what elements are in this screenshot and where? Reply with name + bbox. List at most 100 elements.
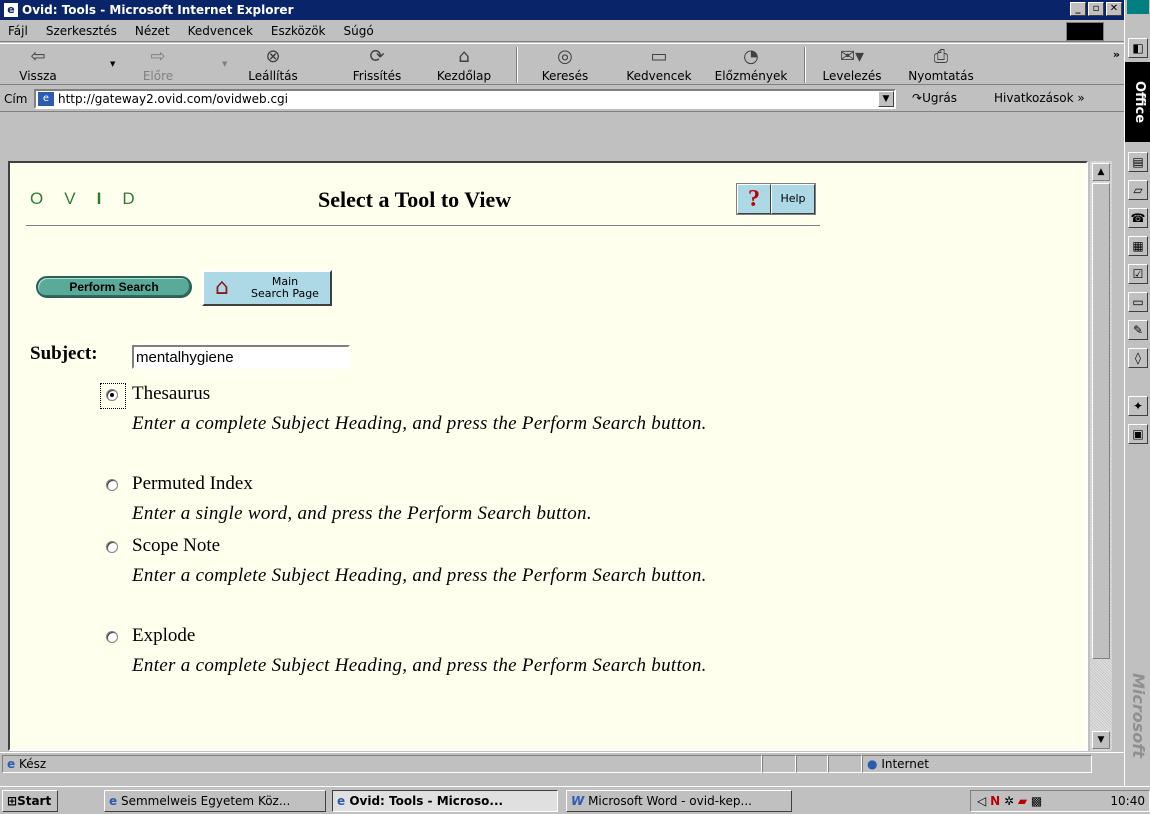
forward-button[interactable]: ⇨ Előre xyxy=(128,47,188,85)
word-icon: W xyxy=(571,794,585,808)
new-document-icon[interactable]: ▤ xyxy=(1128,152,1148,172)
scroll-up-icon[interactable]: ▲ xyxy=(1092,163,1110,181)
page-title: Select a Tool to View xyxy=(318,187,512,212)
menu-file[interactable]: Fájl xyxy=(8,24,28,38)
menu-favorites[interactable]: Kedvencek xyxy=(188,24,253,38)
permuted-index-radio[interactable] xyxy=(106,479,118,491)
printer-icon: ⎙ xyxy=(933,46,949,67)
taskbar-item-ovid[interactable]: e Ovid: Tools - Microso... xyxy=(332,790,558,812)
print-button[interactable]: ⎙ Nyomtatás xyxy=(898,47,984,85)
scroll-thumb[interactable] xyxy=(1092,183,1110,659)
back-button[interactable]: ⇦ Vissza xyxy=(8,47,68,85)
history-icon: ◔ xyxy=(743,46,759,67)
address-dropdown-icon[interactable]: ▼ xyxy=(878,91,894,107)
thesaurus-radio[interactable] xyxy=(106,389,118,401)
divider xyxy=(26,225,820,227)
close-button[interactable]: ✕ xyxy=(1106,2,1122,16)
address-label: Cím xyxy=(4,91,28,106)
camera-icon[interactable]: ▩ xyxy=(1031,794,1042,808)
start-button[interactable]: ⊞Start xyxy=(2,790,58,812)
window-title: Ovid: Tools - Microsoft Internet Explore… xyxy=(22,3,294,17)
windows-logo-icon: ⊞ xyxy=(1066,22,1104,41)
menu-bar: Fájl Szerkesztés Nézet Kedvencek Eszközö… xyxy=(0,20,1124,42)
menu-help[interactable]: Súgó xyxy=(344,24,374,38)
windows-logo-icon: ⊞ xyxy=(7,794,18,808)
network-icon[interactable]: ✲ xyxy=(1004,794,1014,808)
ovid-logo: OVID xyxy=(30,189,136,208)
title-bar: e Ovid: Tools - Microsoft Internet Explo… xyxy=(0,0,1124,20)
back-arrow-icon: ⇦ xyxy=(30,46,46,67)
journal-icon[interactable]: ✎ xyxy=(1128,320,1148,340)
address-url: http://gateway2.ovid.com/ovidweb.cgi xyxy=(58,92,288,106)
search-icon: ◎ xyxy=(557,46,573,67)
office-title: Office xyxy=(1125,62,1150,142)
minimize-button[interactable]: _ xyxy=(1070,2,1086,16)
netscape-icon[interactable]: N xyxy=(990,794,1000,808)
vertical-scrollbar[interactable]: ▲ ▼ xyxy=(1090,161,1112,751)
ie-window: e Ovid: Tools - Microsoft Internet Explo… xyxy=(0,0,1124,786)
ie-icon: e xyxy=(4,3,18,17)
page-done-icon: e xyxy=(7,756,16,771)
address-bar: Cím e http://gateway2.ovid.com/ovidweb.c… xyxy=(0,86,1124,112)
scroll-down-icon[interactable]: ▼ xyxy=(1092,731,1110,749)
home-icon: ⌂ xyxy=(458,46,470,67)
menu-edit[interactable]: Szerkesztés xyxy=(46,24,117,38)
favorites-button[interactable]: ▭ Kedvencek xyxy=(616,47,702,85)
calendar-icon[interactable]: ▦ xyxy=(1128,236,1148,256)
office-folder-icon[interactable]: ▣ xyxy=(1128,424,1148,444)
speaker-icon[interactable]: ◁ xyxy=(977,794,986,808)
explode-radio[interactable] xyxy=(106,631,118,643)
forward-dropdown-icon[interactable]: ▼ xyxy=(222,60,227,68)
help-button[interactable]: ? Help xyxy=(736,183,816,215)
office-logo-icon[interactable]: ◧ xyxy=(1128,38,1148,58)
scope-note-radio[interactable] xyxy=(106,541,118,553)
contact-card-icon[interactable]: ▭ xyxy=(1128,292,1148,312)
toolbar-more-chevron[interactable]: » xyxy=(1113,48,1120,61)
taskbar-item-semmelweis[interactable]: e Semmelweis Egyetem Köz... xyxy=(104,790,326,812)
mail-button[interactable]: ✉▾ Levelezés xyxy=(814,47,890,85)
forward-arrow-icon: ⇨ xyxy=(150,46,166,67)
taskbar-item-word[interactable]: W Microsoft Word - ovid-kep... xyxy=(566,790,792,812)
back-dropdown-icon[interactable]: ▼ xyxy=(110,60,115,68)
taskbar: ⊞Start e Semmelweis Egyetem Köz... e Ovi… xyxy=(0,786,1150,814)
msn-icon[interactable]: ✦ xyxy=(1128,396,1148,416)
favorites-folder-icon: ▭ xyxy=(650,46,668,67)
toolbar-separator xyxy=(516,47,518,83)
main-search-page-button[interactable]: ⌂ Main Search Page xyxy=(202,270,332,306)
clock: 10:40 xyxy=(1110,794,1145,808)
task-icon[interactable]: ☑ xyxy=(1128,264,1148,284)
microsoft-brand: Microsoft xyxy=(1129,672,1148,758)
zone-text: Internet xyxy=(881,756,929,771)
perform-search-button[interactable]: Perform Search xyxy=(36,276,192,298)
subject-label: Subject: xyxy=(30,343,98,364)
go-button[interactable]: ↷Ugrás xyxy=(912,91,957,105)
links-button[interactable]: Hivatkozások » xyxy=(994,91,1085,105)
home-button[interactable]: ⌂ Kezdőlap xyxy=(424,47,504,85)
help-question-icon: ? xyxy=(737,184,771,214)
acrobat-icon[interactable]: ▰ xyxy=(1018,794,1027,808)
address-input[interactable]: e http://gateway2.ovid.com/ovidweb.cgi ▼ xyxy=(34,89,896,109)
open-folder-icon[interactable]: ▱ xyxy=(1128,180,1148,200)
maximize-button[interactable]: ▫ xyxy=(1088,2,1104,16)
toolbar-separator xyxy=(804,47,806,83)
menu-view[interactable]: Nézet xyxy=(135,24,170,38)
refresh-button[interactable]: ⟳ Frissítés xyxy=(344,47,410,85)
search-button[interactable]: ◎ Keresés xyxy=(528,47,602,85)
ie-icon: e xyxy=(109,794,118,808)
menu-tools[interactable]: Eszközök xyxy=(271,24,326,38)
page-icon: e xyxy=(38,92,54,106)
status-bar: e Kész ● Internet xyxy=(0,752,1124,774)
stop-button[interactable]: ⊗ Leállítás xyxy=(238,47,308,85)
status-text: Kész xyxy=(18,756,47,771)
contact-icon[interactable]: ☎ xyxy=(1128,208,1148,228)
office-shortcut-bar: ◧ Office ▤ ▱ ☎ ▦ ☑ ▭ ✎ ◊ ✦ ▣ Microsoft xyxy=(1124,0,1150,786)
stop-icon: ⊗ xyxy=(265,46,281,67)
note-icon[interactable]: ◊ xyxy=(1128,348,1148,368)
go-arrow-icon: ↷ xyxy=(912,91,923,105)
mail-icon: ✉▾ xyxy=(839,46,865,67)
system-tray: ◁ N ✲ ▰ ▩ 10:40 xyxy=(970,790,1150,812)
subject-input[interactable] xyxy=(132,345,350,369)
history-button[interactable]: ◔ Előzmények xyxy=(706,47,796,85)
page-content: OVID Select a Tool to View ? Help Perfor… xyxy=(10,161,1088,751)
refresh-icon: ⟳ xyxy=(369,46,385,67)
